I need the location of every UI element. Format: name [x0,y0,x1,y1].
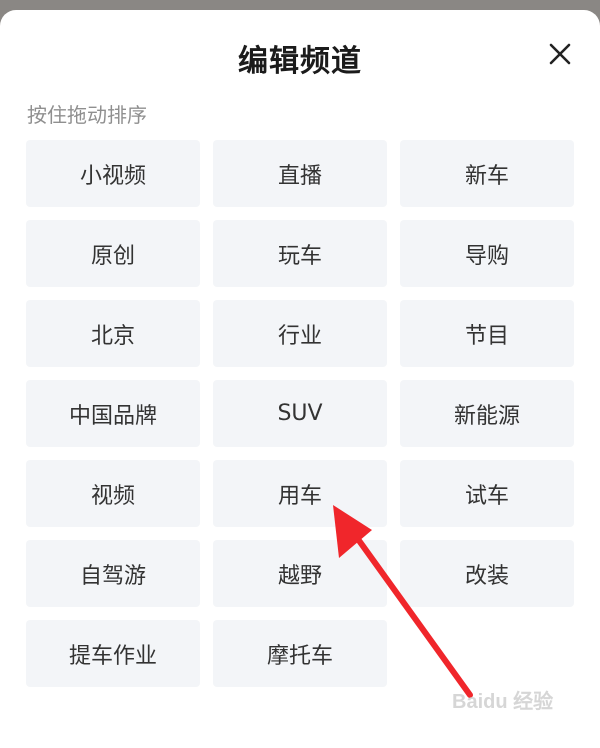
channel-chip[interactable]: 中国品牌 [26,380,200,447]
channel-grid: 小视频 直播 新车 原创 玩车 导购 北京 行业 节目 中国品牌 SUV 新能源… [26,140,574,687]
channel-chip[interactable]: 视频 [26,460,200,527]
edit-channels-dialog: 编辑频道 按住拖动排序 小视频 直播 新车 原创 玩车 导购 北京 行业 节目 … [0,10,600,748]
drag-hint: 按住拖动排序 [27,103,147,127]
channel-chip[interactable]: 摩托车 [213,620,387,687]
channel-chip[interactable]: 节目 [400,300,574,367]
channel-chip[interactable]: 提车作业 [26,620,200,687]
channel-chip[interactable]: 自驾游 [26,540,200,607]
channel-chip[interactable]: 改装 [400,540,574,607]
baidu-watermark: Baidu 经验 [452,691,554,713]
channel-chip[interactable]: 原创 [26,220,200,287]
channel-chip[interactable]: 行业 [213,300,387,367]
channel-chip[interactable]: 直播 [213,140,387,207]
channel-chip[interactable]: 玩车 [213,220,387,287]
dialog-title: 编辑频道 [238,44,362,79]
channel-chip[interactable]: 北京 [26,300,200,367]
channel-chip[interactable]: 试车 [400,460,574,527]
channel-chip[interactable]: 小视频 [26,140,200,207]
channel-chip-yongche[interactable]: 用车 [213,460,387,527]
channel-chip[interactable]: 新能源 [400,380,574,447]
close-button[interactable] [542,36,578,72]
channel-chip[interactable]: 导购 [400,220,574,287]
channel-chip[interactable]: 新车 [400,140,574,207]
channel-chip[interactable]: SUV [213,380,387,447]
close-icon [549,43,571,65]
channel-chip[interactable]: 越野 [213,540,387,607]
